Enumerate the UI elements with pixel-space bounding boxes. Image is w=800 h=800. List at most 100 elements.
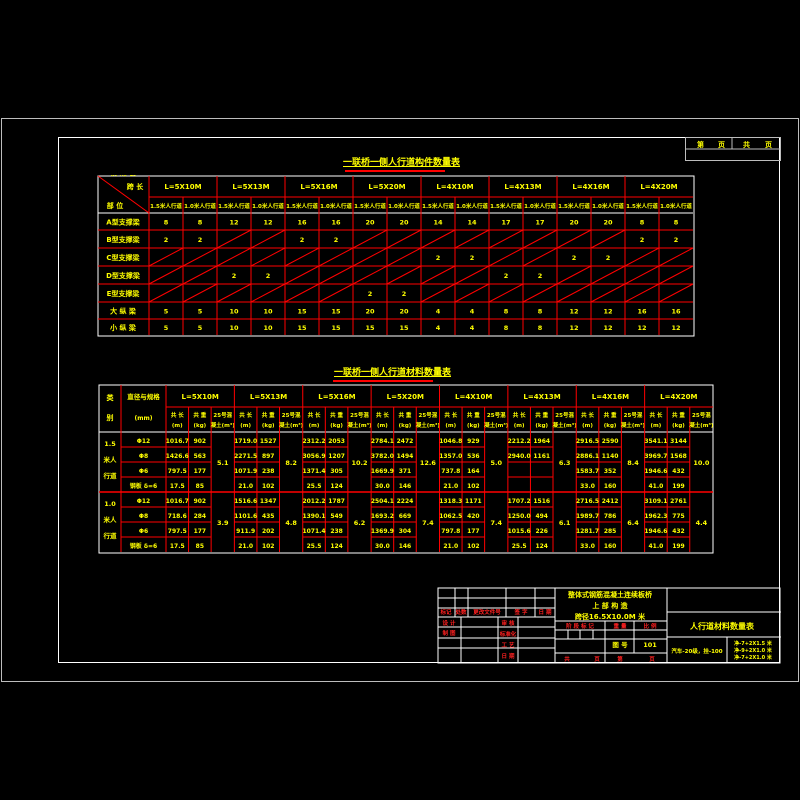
table2-weight-value: 1161 bbox=[533, 453, 550, 460]
table2-weight-value: 2761 bbox=[670, 498, 687, 505]
table1-empty-cell-diagonal bbox=[420, 283, 456, 303]
table2-sub-header: 25号混 bbox=[419, 411, 438, 419]
table1-cell-value: 12 bbox=[263, 219, 272, 227]
table1-empty-cell-diagonal bbox=[386, 265, 422, 285]
page-label-3: 共 bbox=[743, 140, 750, 149]
table1-cell-value: 12 bbox=[603, 175, 612, 177]
table2-weight-value: 102 bbox=[467, 543, 480, 550]
table2-weight-value: 1140 bbox=[602, 453, 619, 460]
table1-span-header: L=5X16M bbox=[300, 183, 337, 191]
approval-label: 审 核 bbox=[502, 619, 515, 627]
table2-weight-value: 160 bbox=[604, 543, 617, 550]
table2-sub-header: 共 长 bbox=[649, 411, 662, 419]
table1-cell-value: 2 bbox=[436, 254, 441, 262]
table1-cell-value: 2 bbox=[300, 236, 305, 244]
table1-cell-value: 12 bbox=[569, 308, 578, 316]
table1-cell-value: 10 bbox=[229, 175, 239, 177]
table2-length-value: 30.0 bbox=[375, 543, 390, 550]
table1-cell-value: 12 bbox=[603, 324, 612, 332]
table2-length-value: 1669.9 bbox=[371, 468, 394, 475]
table1-cell-value: 15 bbox=[297, 324, 307, 332]
table1-cell-value: 12 bbox=[671, 324, 680, 332]
table2-length-value: 1989.7 bbox=[576, 513, 599, 520]
table1-cell-value: 12 bbox=[569, 175, 578, 177]
table2-length-value: 737.8 bbox=[441, 468, 460, 475]
table1-cell-value: 12 bbox=[229, 219, 238, 227]
table1-cell-value: 4 bbox=[470, 175, 475, 177]
table1-cell-value: 20 bbox=[399, 308, 409, 316]
page-label-1: 第 bbox=[697, 140, 704, 149]
table2-concrete-value: 6.1 bbox=[559, 519, 571, 527]
table2-concrete-value: 5.1 bbox=[217, 459, 229, 467]
table2-weight-value: 177 bbox=[194, 468, 207, 475]
table1-cell-value: 8 bbox=[504, 175, 509, 177]
table2-spec-value: Φ12 bbox=[137, 498, 150, 505]
table2-weight-value: 1964 bbox=[533, 438, 550, 445]
table1-cell-value: 4 bbox=[470, 324, 475, 332]
table1-sub-header: 1.5米人行道 bbox=[354, 202, 386, 210]
table2-concrete-value: 7.4 bbox=[422, 519, 434, 527]
signature-label: 制 图 bbox=[443, 629, 456, 637]
table1-row-label: C型支撑梁 bbox=[106, 253, 140, 262]
table2-length-value: 3541.1 bbox=[644, 438, 667, 445]
table1-cell-value: 8 bbox=[198, 219, 203, 227]
table2-weight-value: 1171 bbox=[465, 498, 482, 505]
table2-length-value: 1719.0 bbox=[234, 438, 257, 445]
table1-cell-value: 2 bbox=[232, 272, 237, 280]
table1-empty-cell-diagonal bbox=[590, 283, 626, 303]
table2-weight-value: 536 bbox=[467, 453, 480, 460]
table1-cell-value: 12 bbox=[637, 324, 646, 332]
table2-weight-value: 2053 bbox=[328, 438, 345, 445]
table2-sub-header: 25号混 bbox=[555, 411, 574, 419]
table2-length-value: 2716.5 bbox=[576, 498, 599, 505]
table2-sub-header: 共 重 bbox=[604, 411, 617, 419]
signature-label: 设 计 bbox=[443, 619, 456, 627]
table1-cell-value: 15 bbox=[399, 324, 409, 332]
table2-sub-header: 共 长 bbox=[444, 411, 457, 419]
table2-weight-value: 2224 bbox=[397, 498, 414, 505]
table1-empty-cell-diagonal bbox=[352, 247, 388, 267]
table1-cell-value: 20 bbox=[365, 175, 375, 177]
table2-weight-value: 1527 bbox=[260, 438, 277, 445]
table1-cell-value: 15 bbox=[331, 175, 341, 177]
table2-concrete-value: 5.0 bbox=[490, 459, 502, 467]
table1-empty-cell-diagonal bbox=[318, 283, 354, 303]
table1-cell-value: 17 bbox=[535, 219, 544, 227]
table1-cell-value: 16 bbox=[671, 175, 681, 177]
table2-sub-header: 共 重 bbox=[467, 411, 480, 419]
table1-empty-cell-diagonal bbox=[284, 247, 320, 267]
table2-sub-header: 共 长 bbox=[513, 411, 526, 419]
table2-spec-value: Φ6 bbox=[139, 468, 148, 475]
table2-weight-value: 202 bbox=[262, 528, 275, 535]
table1-cell-value: 12 bbox=[569, 324, 578, 332]
table1-empty-cell-diagonal bbox=[352, 265, 388, 285]
table1-empty-cell-diagonal bbox=[488, 283, 524, 303]
table1-sub-header: 1.0米人行道 bbox=[660, 202, 692, 210]
table2-spec-value: 钢板 δ=6 bbox=[130, 482, 157, 490]
table1-empty-cell-diagonal bbox=[488, 247, 524, 267]
table2-group-label: 行道 bbox=[103, 471, 118, 480]
table2-spec-header: 直径与规格 bbox=[127, 392, 160, 401]
table2-sub-header-unit: 凝土(m³) bbox=[689, 421, 714, 429]
table2-length-value: 1516.6 bbox=[234, 498, 257, 505]
table2-sub-header-unit: 凝土(m³) bbox=[484, 421, 509, 429]
table1-row-label: E型支撑梁 bbox=[107, 289, 141, 298]
table2-length-value: 41.0 bbox=[649, 483, 664, 490]
table2-length-value: 2504.1 bbox=[371, 498, 394, 505]
revision-header-label: 更改文件号 bbox=[473, 608, 501, 616]
table2-weight-value: 549 bbox=[330, 513, 343, 520]
table1-cell-value: 2 bbox=[504, 272, 509, 280]
table2-weight-value: 563 bbox=[194, 453, 207, 460]
table2-span-header: L=5X16M bbox=[318, 393, 355, 401]
table2-length-value: 33.0 bbox=[580, 483, 595, 490]
table1-sub-header: 1.5米人行道 bbox=[218, 202, 250, 210]
drawing-number-label: 图 号 bbox=[612, 640, 628, 649]
table2-length-value: 41.0 bbox=[649, 543, 664, 550]
deck-width-label: 净-7+2X1.5 米 bbox=[734, 640, 773, 647]
project-title-line: 上 部 构 造 bbox=[592, 601, 628, 610]
table1-empty-cell-diagonal bbox=[216, 247, 252, 267]
table1-cell-value: 8 bbox=[640, 219, 645, 227]
table2-length-value: 718.6 bbox=[168, 513, 187, 520]
table2-weight-value: 102 bbox=[262, 483, 275, 490]
sheet-label: 共 bbox=[564, 655, 570, 663]
